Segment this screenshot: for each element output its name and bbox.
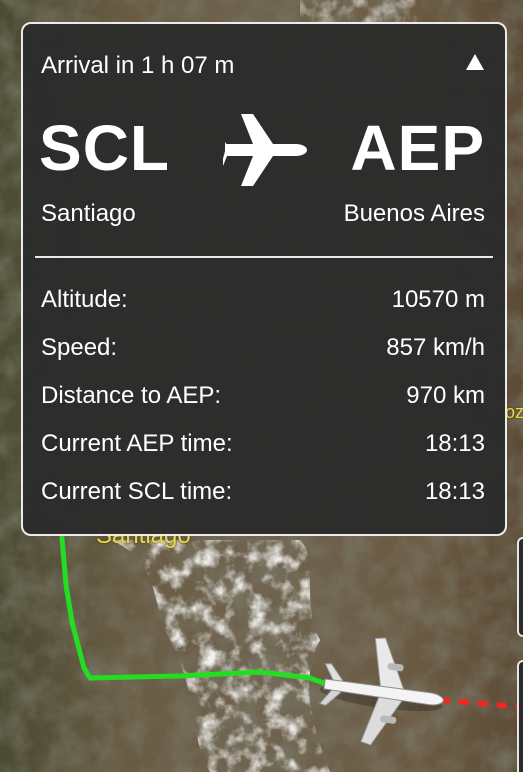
stat-value: 18:13 bbox=[424, 430, 485, 457]
stat-label: Current AEP time: bbox=[41, 430, 233, 457]
triangle-up-icon bbox=[466, 54, 484, 70]
stat-row-speed: Speed: 857 km/h bbox=[41, 334, 485, 382]
collapse-button[interactable] bbox=[461, 48, 489, 76]
flight-stats-list: Altitude: 10570 m Speed: 857 km/h Distan… bbox=[41, 286, 485, 526]
map-edge-label: oz bbox=[505, 402, 523, 422]
stat-value: 10570 m bbox=[391, 286, 485, 313]
arrival-countdown: Arrival in 1 h 07 m bbox=[41, 52, 235, 79]
stat-row-origin-time: Current SCL time: 18:13 bbox=[41, 478, 485, 526]
map-side-control[interactable] bbox=[517, 537, 523, 637]
stat-row-destination-time: Current AEP time: 18:13 bbox=[41, 430, 485, 478]
stat-label: Altitude: bbox=[41, 286, 128, 313]
destination-airport-code: AEP bbox=[350, 112, 485, 184]
stat-label: Distance to AEP: bbox=[41, 382, 222, 409]
stat-row-distance: Distance to AEP: 970 km bbox=[41, 382, 485, 430]
stat-label: Current SCL time: bbox=[41, 478, 233, 505]
stat-label: Speed: bbox=[41, 334, 118, 361]
stat-value: 857 km/h bbox=[386, 334, 485, 361]
map-side-control-lower[interactable] bbox=[517, 660, 523, 772]
stat-value: 18:13 bbox=[424, 478, 485, 505]
origin-airport-code: SCL bbox=[39, 112, 170, 184]
stat-value: 970 km bbox=[406, 382, 485, 409]
flight-info-card: Arrival in 1 h 07 m SCL AEP Santiago Bue… bbox=[21, 22, 507, 536]
origin-city: Santiago bbox=[41, 200, 136, 227]
stat-row-altitude: Altitude: 10570 m bbox=[41, 286, 485, 334]
divider bbox=[35, 256, 493, 258]
destination-city: Buenos Aires bbox=[343, 200, 485, 227]
airplane-icon bbox=[223, 114, 307, 186]
